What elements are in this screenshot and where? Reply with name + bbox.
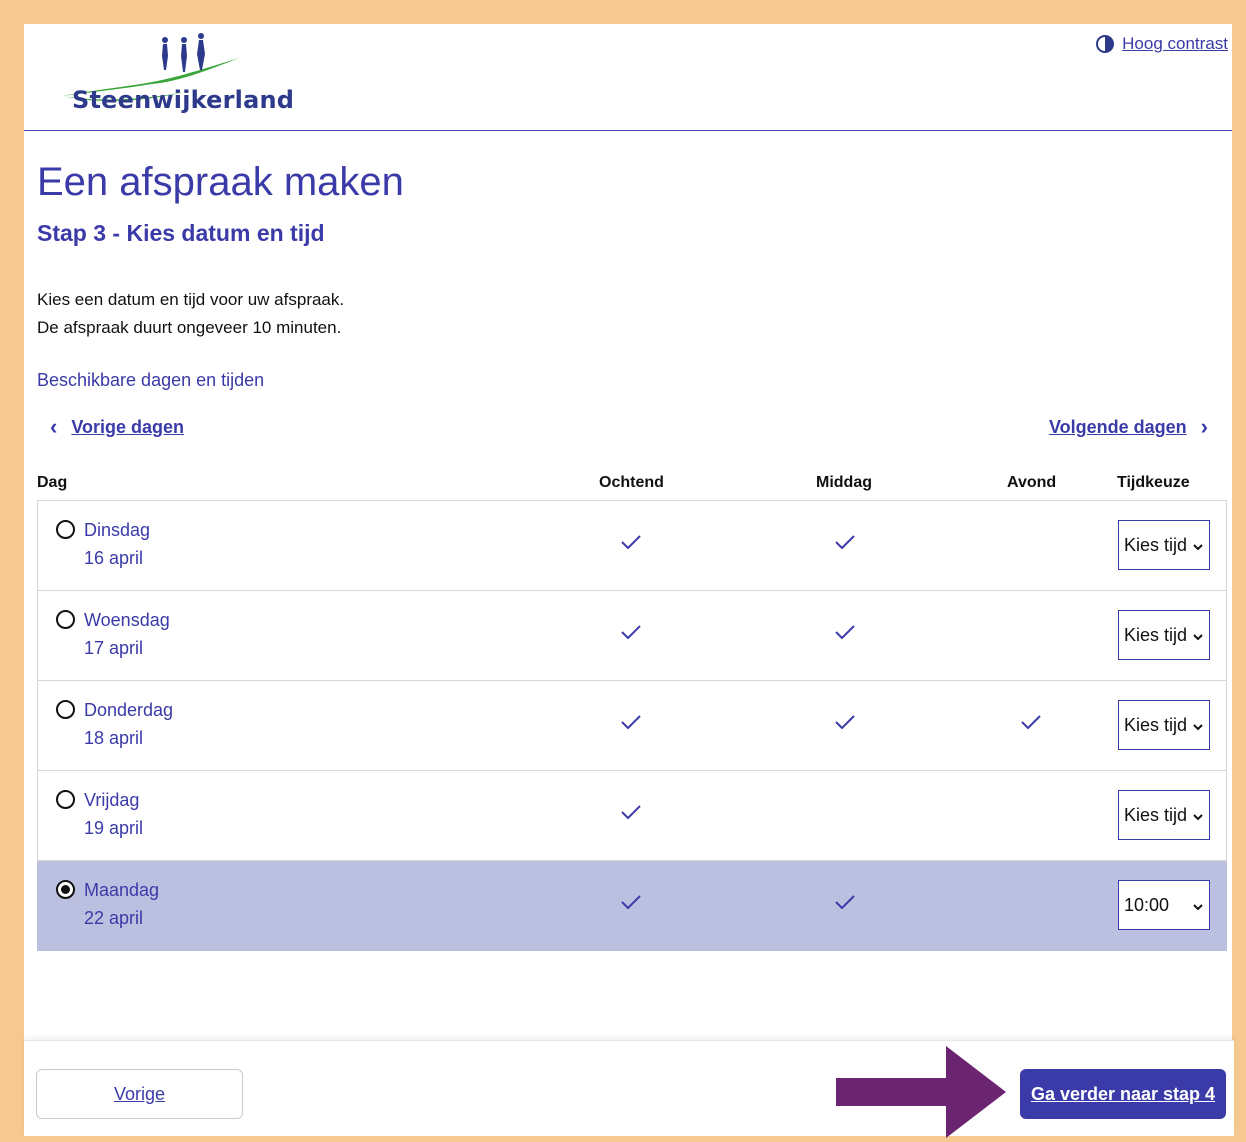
contrast-link[interactable]: Hoog contrast: [1122, 34, 1228, 54]
contrast-icon: [1096, 35, 1115, 53]
table-header: Dag Ochtend Middag Avond Tijdkeuze: [37, 472, 1227, 500]
day-radio[interactable]: [56, 700, 75, 719]
time-select[interactable]: Kies tijd: [1118, 520, 1210, 570]
day-radio[interactable]: [56, 880, 75, 899]
chevron-down-icon: [1193, 535, 1203, 556]
check-icon: [835, 715, 855, 735]
intro-text: Kies een datum en tijd voor uw afspraak.…: [37, 286, 344, 342]
check-icon: [1021, 715, 1041, 735]
column-header-afternoon: Middag: [816, 474, 872, 491]
time-select[interactable]: 10:00: [1118, 880, 1210, 930]
time-select-value: Kies tijd: [1124, 534, 1188, 555]
availability-table: Dinsdag 16 april Kies tijd Woensdag 17 april…: [37, 500, 1227, 951]
day-name[interactable]: Woensdag: [84, 610, 170, 631]
check-icon: [621, 715, 641, 735]
step-subtitle: Stap 3 - Kies datum en tijd: [37, 220, 325, 246]
header: Steenwijkerland Hoog contrast: [24, 24, 1232, 131]
check-icon: [621, 625, 641, 645]
check-icon: [835, 535, 855, 555]
footer: Vorige Ga verder naar stap 4: [24, 1040, 1234, 1136]
page-title: Een afspraak maken: [37, 160, 404, 204]
day-date[interactable]: 22 april: [84, 908, 143, 929]
day-name[interactable]: Dinsdag: [84, 520, 150, 541]
check-icon: [835, 895, 855, 915]
time-select[interactable]: Kies tijd: [1118, 790, 1210, 840]
day-date[interactable]: 18 april: [84, 728, 143, 749]
column-header-time: Tijdkeuze: [1117, 474, 1190, 491]
day-radio[interactable]: [56, 610, 75, 629]
day-name[interactable]: Vrijdag: [84, 790, 139, 811]
check-icon: [621, 535, 641, 555]
check-icon: [621, 895, 641, 915]
check-icon: [835, 625, 855, 645]
time-select-value: Kies tijd: [1124, 624, 1188, 645]
day-name[interactable]: Donderdag: [84, 700, 173, 721]
next-step-button[interactable]: Ga verder naar stap 4: [1020, 1069, 1226, 1119]
next-days-label[interactable]: Volgende dagen: [1049, 417, 1187, 438]
day-date[interactable]: 16 april: [84, 548, 143, 569]
page: Steenwijkerland Hoog contrast Een afspra…: [24, 24, 1234, 1138]
check-icon: [621, 805, 641, 825]
time-select[interactable]: Kies tijd: [1118, 610, 1210, 660]
chevron-down-icon: [1193, 805, 1203, 826]
day-radio[interactable]: [56, 790, 75, 809]
time-select-value: 10:00: [1124, 894, 1170, 915]
previous-days-label[interactable]: Vorige dagen: [71, 417, 184, 438]
chevron-down-icon: [1193, 895, 1203, 916]
chevron-right-icon: ›: [1200, 414, 1208, 439]
logo-text: Steenwijkerland: [72, 86, 295, 114]
table-row[interactable]: Dinsdag 16 april Kies tijd: [37, 501, 1227, 591]
column-header-day: Dag: [37, 474, 68, 491]
time-select[interactable]: Kies tijd: [1118, 700, 1210, 750]
previous-days-link[interactable]: ‹ Vorige dagen: [50, 414, 184, 440]
chevron-down-icon: [1193, 625, 1203, 646]
table-row[interactable]: Donderdag 18 april Kies tijd: [37, 681, 1227, 771]
logo[interactable]: Steenwijkerland: [34, 30, 294, 120]
time-select-value: Kies tijd: [1124, 804, 1188, 825]
day-date[interactable]: 19 april: [84, 818, 143, 839]
arrow-right-icon: [836, 1046, 1006, 1138]
day-radio[interactable]: [56, 520, 75, 539]
chevron-down-icon: [1193, 715, 1203, 736]
table-row[interactable]: Maandag 22 april 10:00: [37, 861, 1227, 951]
intro-line-2: De afspraak duurt ongeveer 10 minuten.: [37, 318, 342, 337]
column-header-morning: Ochtend: [599, 474, 664, 491]
time-select-value: Kies tijd: [1124, 714, 1188, 735]
column-header-evening: Avond: [1007, 474, 1057, 491]
table-row[interactable]: Woensdag 17 april Kies tijd: [37, 591, 1227, 681]
contrast-toggle[interactable]: Hoog contrast: [1096, 34, 1228, 54]
day-date[interactable]: 17 april: [84, 638, 143, 659]
intro-line-1: Kies een datum en tijd voor uw afspraak.: [37, 290, 345, 309]
next-days-link[interactable]: Volgende dagen ›: [1049, 414, 1208, 440]
table-row[interactable]: Vrijdag 19 april Kies tijd: [37, 771, 1227, 861]
previous-button[interactable]: Vorige: [36, 1069, 243, 1119]
chevron-left-icon: ‹: [50, 414, 58, 439]
available-heading: Beschikbare dagen en tijden: [37, 370, 265, 390]
day-name[interactable]: Maandag: [84, 880, 159, 901]
